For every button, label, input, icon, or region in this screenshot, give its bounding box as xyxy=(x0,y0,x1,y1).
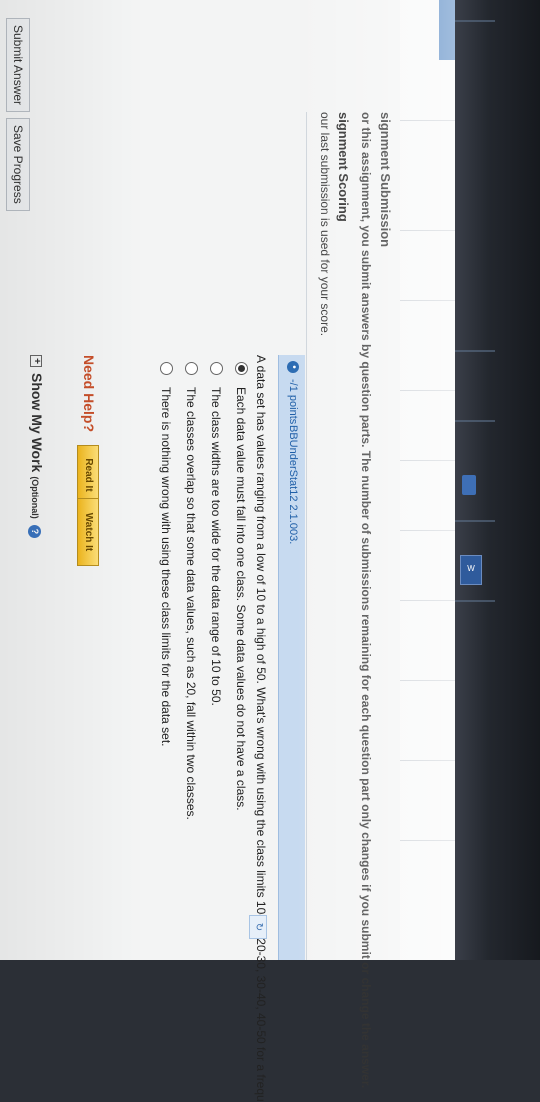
submission-heading: signment Submission xyxy=(378,112,393,248)
edge-line xyxy=(455,20,495,22)
question-code[interactable]: BBUnderStat12 2.1.003. xyxy=(287,425,299,544)
question-points: -/1 points xyxy=(287,379,299,425)
read-it-button[interactable]: Read It xyxy=(77,445,99,505)
grid-divider xyxy=(400,300,455,301)
help-question-icon[interactable]: ? xyxy=(28,524,41,538)
answer-option-1[interactable]: Each data value must fall into one class… xyxy=(234,362,249,811)
edge-line xyxy=(455,350,495,352)
radio-selected-icon[interactable] xyxy=(234,362,248,375)
grid-divider xyxy=(400,530,455,531)
grid-divider xyxy=(400,230,455,231)
grid-divider xyxy=(400,390,455,391)
header-accent xyxy=(439,0,455,60)
scoring-heading: signment Scoring xyxy=(336,112,351,222)
assignment-page: signment Submission or this assignment, … xyxy=(0,0,455,1102)
optional-label: (Optional) xyxy=(30,476,40,519)
grid-divider xyxy=(400,680,455,681)
radio-icon[interactable] xyxy=(184,362,198,375)
top-band xyxy=(400,0,455,960)
answer-option-4[interactable]: There is nothing wrong with using these … xyxy=(159,362,174,747)
radio-icon[interactable] xyxy=(159,362,173,375)
section-divider xyxy=(306,112,307,960)
taskbar-word-icon[interactable]: W xyxy=(460,555,482,585)
submission-text: or this assignment, you submit answers b… xyxy=(359,112,373,1089)
question-status-icon: • xyxy=(287,361,299,373)
show-my-work-toggle[interactable]: + Show My Work (Optional)? xyxy=(28,355,45,538)
grid-divider xyxy=(400,120,455,121)
option-label: The classes overlap so that some data va… xyxy=(184,387,199,820)
watch-it-button[interactable]: Watch It xyxy=(77,498,99,566)
answer-option-2[interactable]: The class widths are too wide for the da… xyxy=(209,362,224,706)
edge-line xyxy=(455,520,495,522)
expand-plus-icon[interactable]: + xyxy=(29,355,42,367)
grid-divider xyxy=(400,460,455,461)
grid-divider xyxy=(400,760,455,761)
edge-line xyxy=(455,420,495,422)
submit-answer-button[interactable]: Submit Answer xyxy=(6,18,30,113)
grid-divider xyxy=(400,600,455,601)
scoring-text: our last submission is used for your sco… xyxy=(318,112,332,337)
show-work-label: Show My Work xyxy=(29,373,45,473)
grid-divider xyxy=(400,840,455,841)
save-progress-button[interactable]: Save Progress xyxy=(6,118,30,211)
question-stem: A data set has values ranging from a low… xyxy=(254,355,268,1102)
radio-icon[interactable] xyxy=(209,362,223,375)
question-header: • -/1 points BBUnderStat12 2.1.003. xyxy=(278,355,305,960)
expand-icon[interactable]: ↻ xyxy=(249,915,267,939)
edge-line xyxy=(455,600,495,602)
taskbar-icon[interactable] xyxy=(462,475,476,495)
option-label: The class widths are too wide for the da… xyxy=(209,387,224,706)
answer-option-3[interactable]: The classes overlap so that some data va… xyxy=(184,362,199,820)
option-label: Each data value must fall into one class… xyxy=(234,387,249,811)
need-help-label: Need Help? xyxy=(81,355,97,433)
option-label: There is nothing wrong with using these … xyxy=(159,387,174,747)
